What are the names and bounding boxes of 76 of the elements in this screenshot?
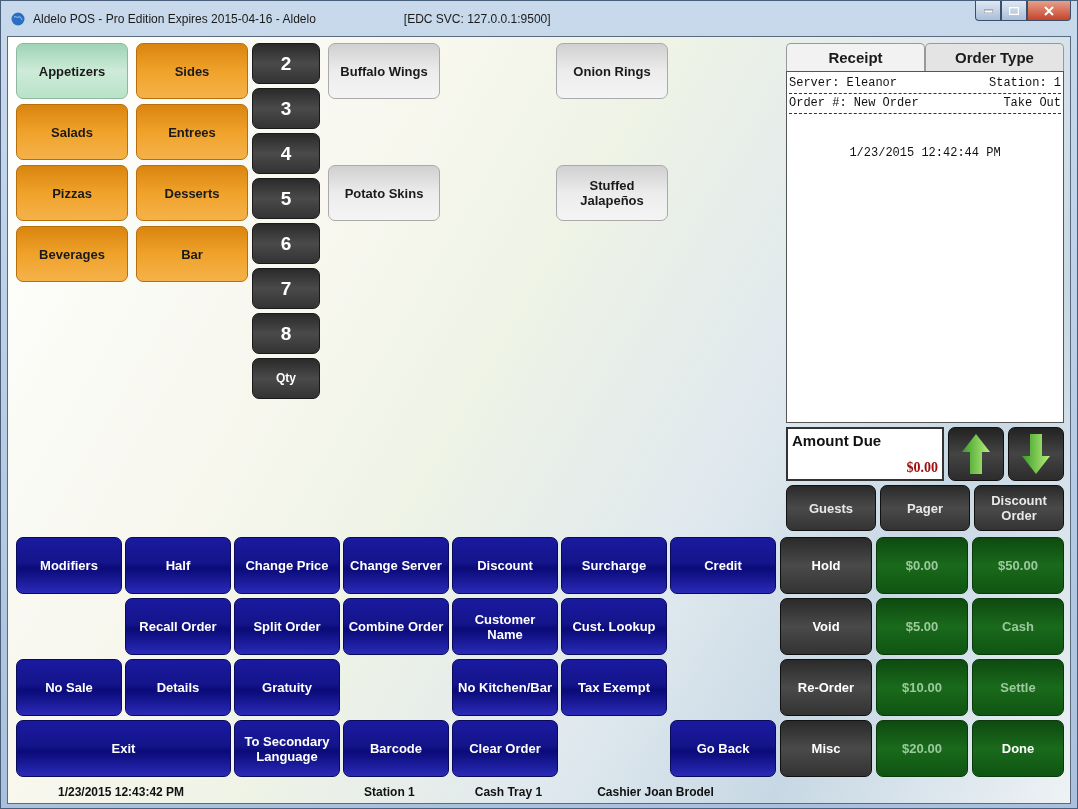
panel-tab[interactable]: Order Type <box>925 43 1064 71</box>
function-button[interactable]: Credit <box>670 537 776 594</box>
function-button[interactable]: Exit <box>16 720 231 777</box>
scroll-up-button[interactable] <box>948 426 1004 481</box>
function-button[interactable]: Split Order <box>234 598 340 655</box>
maximize-button[interactable] <box>1001 1 1027 21</box>
function-button[interactable]: Discount <box>452 537 558 594</box>
category-button[interactable]: Beverages <box>16 226 128 282</box>
category-button[interactable]: Salads <box>16 104 128 160</box>
order-action-button[interactable]: Pager <box>880 485 970 531</box>
number-key[interactable]: 6 <box>252 223 320 264</box>
amount-due-label: Amount Due <box>792 431 883 449</box>
status-text: 1/23/2015 12:43:42 PM <box>58 785 185 799</box>
function-button[interactable]: Barcode <box>343 720 449 777</box>
minimize-icon <box>983 8 993 13</box>
number-key[interactable]: 4 <box>252 133 320 174</box>
function-button[interactable]: Customer Name <box>452 598 558 655</box>
minimize-button[interactable] <box>975 1 1001 21</box>
function-button[interactable]: Combine Order <box>343 598 449 655</box>
category-button[interactable]: Sides <box>136 43 248 99</box>
function-button[interactable]: Tax Exempt <box>561 659 667 716</box>
order-type-line: Take Out <box>1003 96 1061 110</box>
function-button[interactable]: Modifiers <box>16 537 122 594</box>
function-button[interactable]: Go Back <box>670 720 776 777</box>
order-button[interactable]: Misc <box>780 720 872 777</box>
category-button[interactable]: Appetizers <box>16 43 128 99</box>
function-button[interactable]: No Sale <box>16 659 122 716</box>
category-button[interactable]: Bar <box>136 226 248 282</box>
function-button[interactable]: Surcharge <box>561 537 667 594</box>
receipt-timestamp: 1/23/2015 12:42:44 PM <box>849 146 1001 160</box>
order-button[interactable]: Hold <box>780 537 872 594</box>
function-button[interactable]: Gratuity <box>234 659 340 716</box>
down-arrow-icon <box>1022 433 1050 474</box>
category-button[interactable]: Entrees <box>136 104 248 160</box>
function-button[interactable]: To Secondary Language <box>234 720 340 777</box>
window-title: Aldelo POS - Pro Edition Expires 2015-04-16 - Aldelo <box>33 11 316 26</box>
server-line: Server: Eleanor <box>789 76 898 90</box>
menu-item-button[interactable]: Onion Rings <box>556 43 668 99</box>
order-button[interactable]: Re-Order <box>780 659 872 716</box>
menu-item-button[interactable]: Buffalo Wings <box>328 43 440 99</box>
number-key[interactable]: 3 <box>252 88 320 129</box>
maximize-icon <box>1009 6 1019 15</box>
amount-due-value: $0.00 <box>906 460 938 476</box>
close-button[interactable] <box>1027 1 1071 21</box>
order-action-button[interactable]: Discount Order <box>974 485 1064 531</box>
station-line: Station: 1 <box>989 76 1061 90</box>
scroll-down-button[interactable] <box>1008 426 1064 481</box>
menu-item-button[interactable]: Stuffed Jalapeños <box>556 165 668 221</box>
order-button[interactable]: Void <box>780 598 872 655</box>
globe-icon <box>11 11 25 26</box>
payment-button[interactable]: Done <box>972 720 1064 777</box>
category-button[interactable]: Pizzas <box>16 165 128 221</box>
order-action-button[interactable]: Guests <box>786 485 876 531</box>
number-key[interactable]: 8 <box>252 313 320 354</box>
function-button[interactable]: Clear Order <box>452 720 558 777</box>
number-key[interactable]: 5 <box>252 178 320 219</box>
category-button[interactable]: Desserts <box>136 165 248 221</box>
function-button[interactable]: Cust. Lookup <box>561 598 667 655</box>
up-arrow-icon <box>962 433 990 474</box>
function-button[interactable]: Change Price <box>234 537 340 594</box>
quantity-button[interactable]: Qty <box>252 358 320 399</box>
function-button[interactable]: Details <box>125 659 231 716</box>
menu-item-button[interactable]: Potato Skins <box>328 165 440 221</box>
service-address: [EDC SVC: 127.0.0.1:9500] <box>403 11 551 26</box>
number-key[interactable]: 7 <box>252 268 320 309</box>
number-key[interactable]: 2 <box>252 43 320 84</box>
status-text: Station 1 <box>364 785 415 799</box>
order-number-line: Order #: New Order <box>789 96 919 110</box>
function-button[interactable]: Change Server <box>343 537 449 594</box>
close-icon <box>1044 5 1054 16</box>
function-button[interactable]: Recall Order <box>125 598 231 655</box>
panel-tab[interactable]: Receipt <box>786 43 925 71</box>
status-text: Cashier Joan Brodel <box>597 785 714 799</box>
function-button[interactable]: Half <box>125 537 231 594</box>
function-button[interactable]: No Kitchen/Bar <box>452 659 558 716</box>
status-text: Cash Tray 1 <box>474 785 543 799</box>
